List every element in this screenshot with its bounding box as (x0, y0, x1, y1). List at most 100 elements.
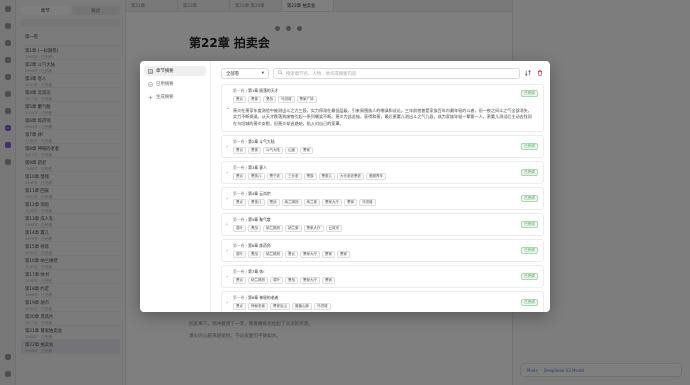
card-title: 第5章 聚气散 (248, 217, 271, 223)
entity-tag[interactable]: 斗气大陆 (263, 147, 283, 155)
entity-tag[interactable]: 纳兰嫣然 (263, 225, 283, 233)
summary-card[interactable]: › 第一卷 / 第6章 炼药师 葛叶 萧战 纳兰嫣然 萧炎 萧家大厅 萧家 萧家 已完成 (221, 239, 544, 263)
status-badge: 已完成 (520, 143, 538, 151)
entity-tag[interactable]: 葛叶 (233, 251, 246, 259)
entity-tag[interactable]: 大长老收萧老 (337, 173, 364, 181)
tag-list: 葛叶 萧战 纳兰嫣然 萧炎 萧家大厅 萧家 萧家 (233, 251, 539, 259)
chevron-down-icon[interactable]: ⌄ (226, 88, 233, 127)
entity-tag[interactable]: 萧战 (266, 199, 280, 207)
summary-card-body: 第一卷 / 第1章 陨落的天才 萧炎 萧薰 萧战 乌坦城 萧家广场萧炎在萧家年度测验中被测… (233, 88, 539, 127)
summary-card[interactable]: › 第一卷 / 第2章 斗气大陆 萧炎 萧薰 斗气大陆 山崖 萧家 已完成 (221, 135, 544, 159)
card-heading: 第一卷 / 第8章 神秘的老者 (233, 295, 539, 301)
entity-tag[interactable]: 萧薰儿 (318, 173, 335, 181)
entity-tag[interactable]: 萧炎 (233, 277, 246, 285)
modal-toolbar: 全部卷 ▾ 搜索章节名、人物、地点或摘要内容 (221, 68, 544, 79)
nav-chapter-summary[interactable]: 章节摘要 (144, 66, 206, 76)
entity-tag[interactable]: 纳兰嫣然 (281, 199, 302, 207)
entity-tag[interactable]: 萧家 (322, 277, 335, 285)
card-title: 第3章 客人 (248, 165, 267, 171)
summary-card[interactable]: › 第一卷 / 第5章 聚气散 葛叶 萧战 纳兰嫣然 纳兰棠 萧家大厅 云岚宗 已完成 (221, 213, 544, 237)
card-heading: 第一卷 / 第7章 休! (233, 269, 539, 275)
entity-tag[interactable]: 乌坦城 (278, 96, 295, 103)
entity-tag[interactable]: 乌坦城 (314, 303, 331, 311)
delete-button[interactable] (536, 68, 544, 79)
entity-tag[interactable]: 萧薰儿 (248, 199, 265, 207)
entity-tag[interactable]: 萧家后山 (270, 303, 290, 311)
entity-tag[interactable]: 萧家 (322, 251, 335, 259)
entity-tag[interactable]: 萧家广场 (296, 96, 317, 103)
nav-used-summary[interactable]: 已用摘要 (144, 79, 206, 89)
summary-card[interactable]: › 第一卷 / 第8章 神秘的老者 萧炎 神秘老者 萧家后山 魔兽山脉 乌坦城 已完成 (221, 291, 544, 312)
chevron-right-icon[interactable]: › (226, 191, 233, 206)
entity-tag[interactable]: 萧炎 (285, 251, 298, 259)
chevron-right-icon[interactable]: › (226, 269, 233, 284)
nav-generate-summary[interactable]: 生成摘要 (144, 92, 206, 102)
entity-tag[interactable]: 萧家 (337, 251, 350, 259)
entity-tag[interactable]: 神秘老者 (248, 303, 268, 311)
entity-tag[interactable]: 葛叶 (270, 277, 283, 285)
card-heading: 第一卷 / 第1章 陨落的天才 (233, 88, 539, 94)
entity-tag[interactable]: 美服青年 (366, 173, 386, 181)
card-heading: 第一卷 / 第4章 云岚宗 (233, 191, 539, 197)
tag-list: 萧炎 萧薰儿 萧宁老 三长老 萧族 萧薰儿 大长老收萧老 美服青年 (233, 173, 539, 181)
card-title: 第1章 陨落的天才 (248, 88, 279, 93)
card-volume: 第一卷 (233, 191, 245, 197)
entity-tag[interactable]: 萧家大厅 (322, 199, 342, 207)
summary-card[interactable]: › 第一卷 / 第7章 休! 萧炎 纳兰嫣然 葛叶 萧战 萧家大厅 萧家 已完成 (221, 265, 544, 289)
summary-search-input[interactable]: 搜索章节名、人物、地点或摘要内容 (273, 68, 520, 79)
entity-tag[interactable]: 萧家 (344, 199, 357, 207)
entity-tag[interactable]: 纳兰嫣然 (248, 277, 268, 285)
summary-card[interactable]: ⌄ 第一卷 / 第1章 陨落的天才 萧炎 萧薰 萧战 乌坦城 萧家广场萧炎在萧家年度测验中被… (221, 84, 544, 133)
entity-tag[interactable]: 萧炎 (233, 303, 246, 311)
chevron-right-icon[interactable]: › (226, 295, 233, 310)
tag-list: 萧炎 纳兰嫣然 葛叶 萧战 萧家大厅 萧家 (233, 277, 539, 285)
chevron-right-icon[interactable]: › (226, 217, 233, 232)
entity-tag[interactable]: 萧家大厅 (300, 251, 320, 259)
sort-button[interactable] (524, 68, 532, 79)
entity-tag[interactable]: 萧家大厅 (303, 225, 324, 233)
status-badge: 已完成 (520, 221, 538, 229)
summary-card[interactable]: › 第一卷 / 第3章 客人 萧炎 萧薰儿 萧宁老 三长老 萧族 萧薰儿 大长老收萧老 美服青年已… (221, 161, 544, 185)
entity-tag[interactable]: 纳兰棠 (285, 225, 302, 233)
entity-tag[interactable]: 萧炎 (233, 199, 246, 207)
entity-tag[interactable]: 萧炎 (233, 173, 246, 181)
entity-tag[interactable]: 萧战 (248, 251, 261, 259)
summary-card-body: 第一卷 / 第2章 斗气大陆 萧炎 萧薰 斗气大陆 山崖 萧家 (233, 139, 539, 155)
search-icon (278, 70, 283, 77)
summary-card[interactable]: › 第一卷 / 第4章 云岚宗 萧炎 萧薰儿 萧战 纳兰嫣然 纳兰棠 萧家大厅 萧家 乌坦城 已完成 (221, 187, 544, 211)
entity-tag[interactable]: 葛叶 (233, 225, 246, 233)
entity-tag[interactable]: 萧薰儿 (248, 173, 265, 181)
entity-tag[interactable]: 魔兽山脉 (292, 303, 312, 311)
tag-list: 萧炎 萧薰儿 萧战 纳兰嫣然 纳兰棠 萧家大厅 萧家 乌坦城 (233, 199, 539, 207)
sparkle-icon (148, 94, 153, 100)
card-title: 第7章 休! (248, 269, 265, 275)
entity-tag[interactable]: 萧薰 (248, 96, 261, 103)
entity-tag[interactable]: 萧战 (285, 277, 298, 285)
chevron-right-icon[interactable]: › (226, 139, 233, 154)
entity-tag[interactable]: 萧族 (303, 173, 317, 181)
entity-tag[interactable]: 三长老 (285, 173, 302, 181)
card-title: 第8章 神秘的老者 (248, 295, 279, 301)
volume-filter-select[interactable]: 全部卷 ▾ (221, 68, 269, 79)
summary-text: 萧炎在萧家年度测验中被测出斗之力三段，实力停滞在最低层级，引来周围族人的嘲讽和议… (233, 108, 532, 126)
tag-list: 萧炎 萧薰 萧战 乌坦城 萧家广场 (233, 96, 539, 103)
chevron-down-icon: ▾ (261, 71, 264, 76)
entity-tag[interactable]: 乌坦城 (359, 199, 376, 207)
entity-tag[interactable]: 萧家大厅 (300, 277, 320, 285)
entity-tag[interactable]: 萧宁老 (266, 173, 283, 181)
entity-tag[interactable]: 萧炎 (233, 96, 246, 103)
card-volume: 第一卷 (233, 88, 245, 93)
entity-tag[interactable]: 云岚宗 (325, 225, 342, 233)
chevron-right-icon[interactable]: › (226, 165, 233, 180)
entity-tag[interactable]: 萧家 (300, 147, 313, 155)
entity-tag[interactable]: 萧炎 (233, 147, 246, 155)
entity-tag[interactable]: 纳兰棠 (303, 199, 320, 207)
entity-tag[interactable]: 萧薰 (248, 147, 261, 155)
summary-card-body: 第一卷 / 第3章 客人 萧炎 萧薰儿 萧宁老 三长老 萧族 萧薰儿 大长老收萧老 美服青年 (233, 165, 539, 181)
entity-tag[interactable]: 山崖 (285, 147, 298, 155)
entity-tag[interactable]: 萧战 (248, 225, 261, 233)
entity-tag[interactable]: 萧战 (263, 96, 276, 103)
card-heading: 第一卷 / 第5章 聚气散 (233, 217, 539, 223)
entity-tag[interactable]: 纳兰嫣然 (263, 251, 283, 259)
chevron-right-icon[interactable]: › (226, 243, 233, 258)
